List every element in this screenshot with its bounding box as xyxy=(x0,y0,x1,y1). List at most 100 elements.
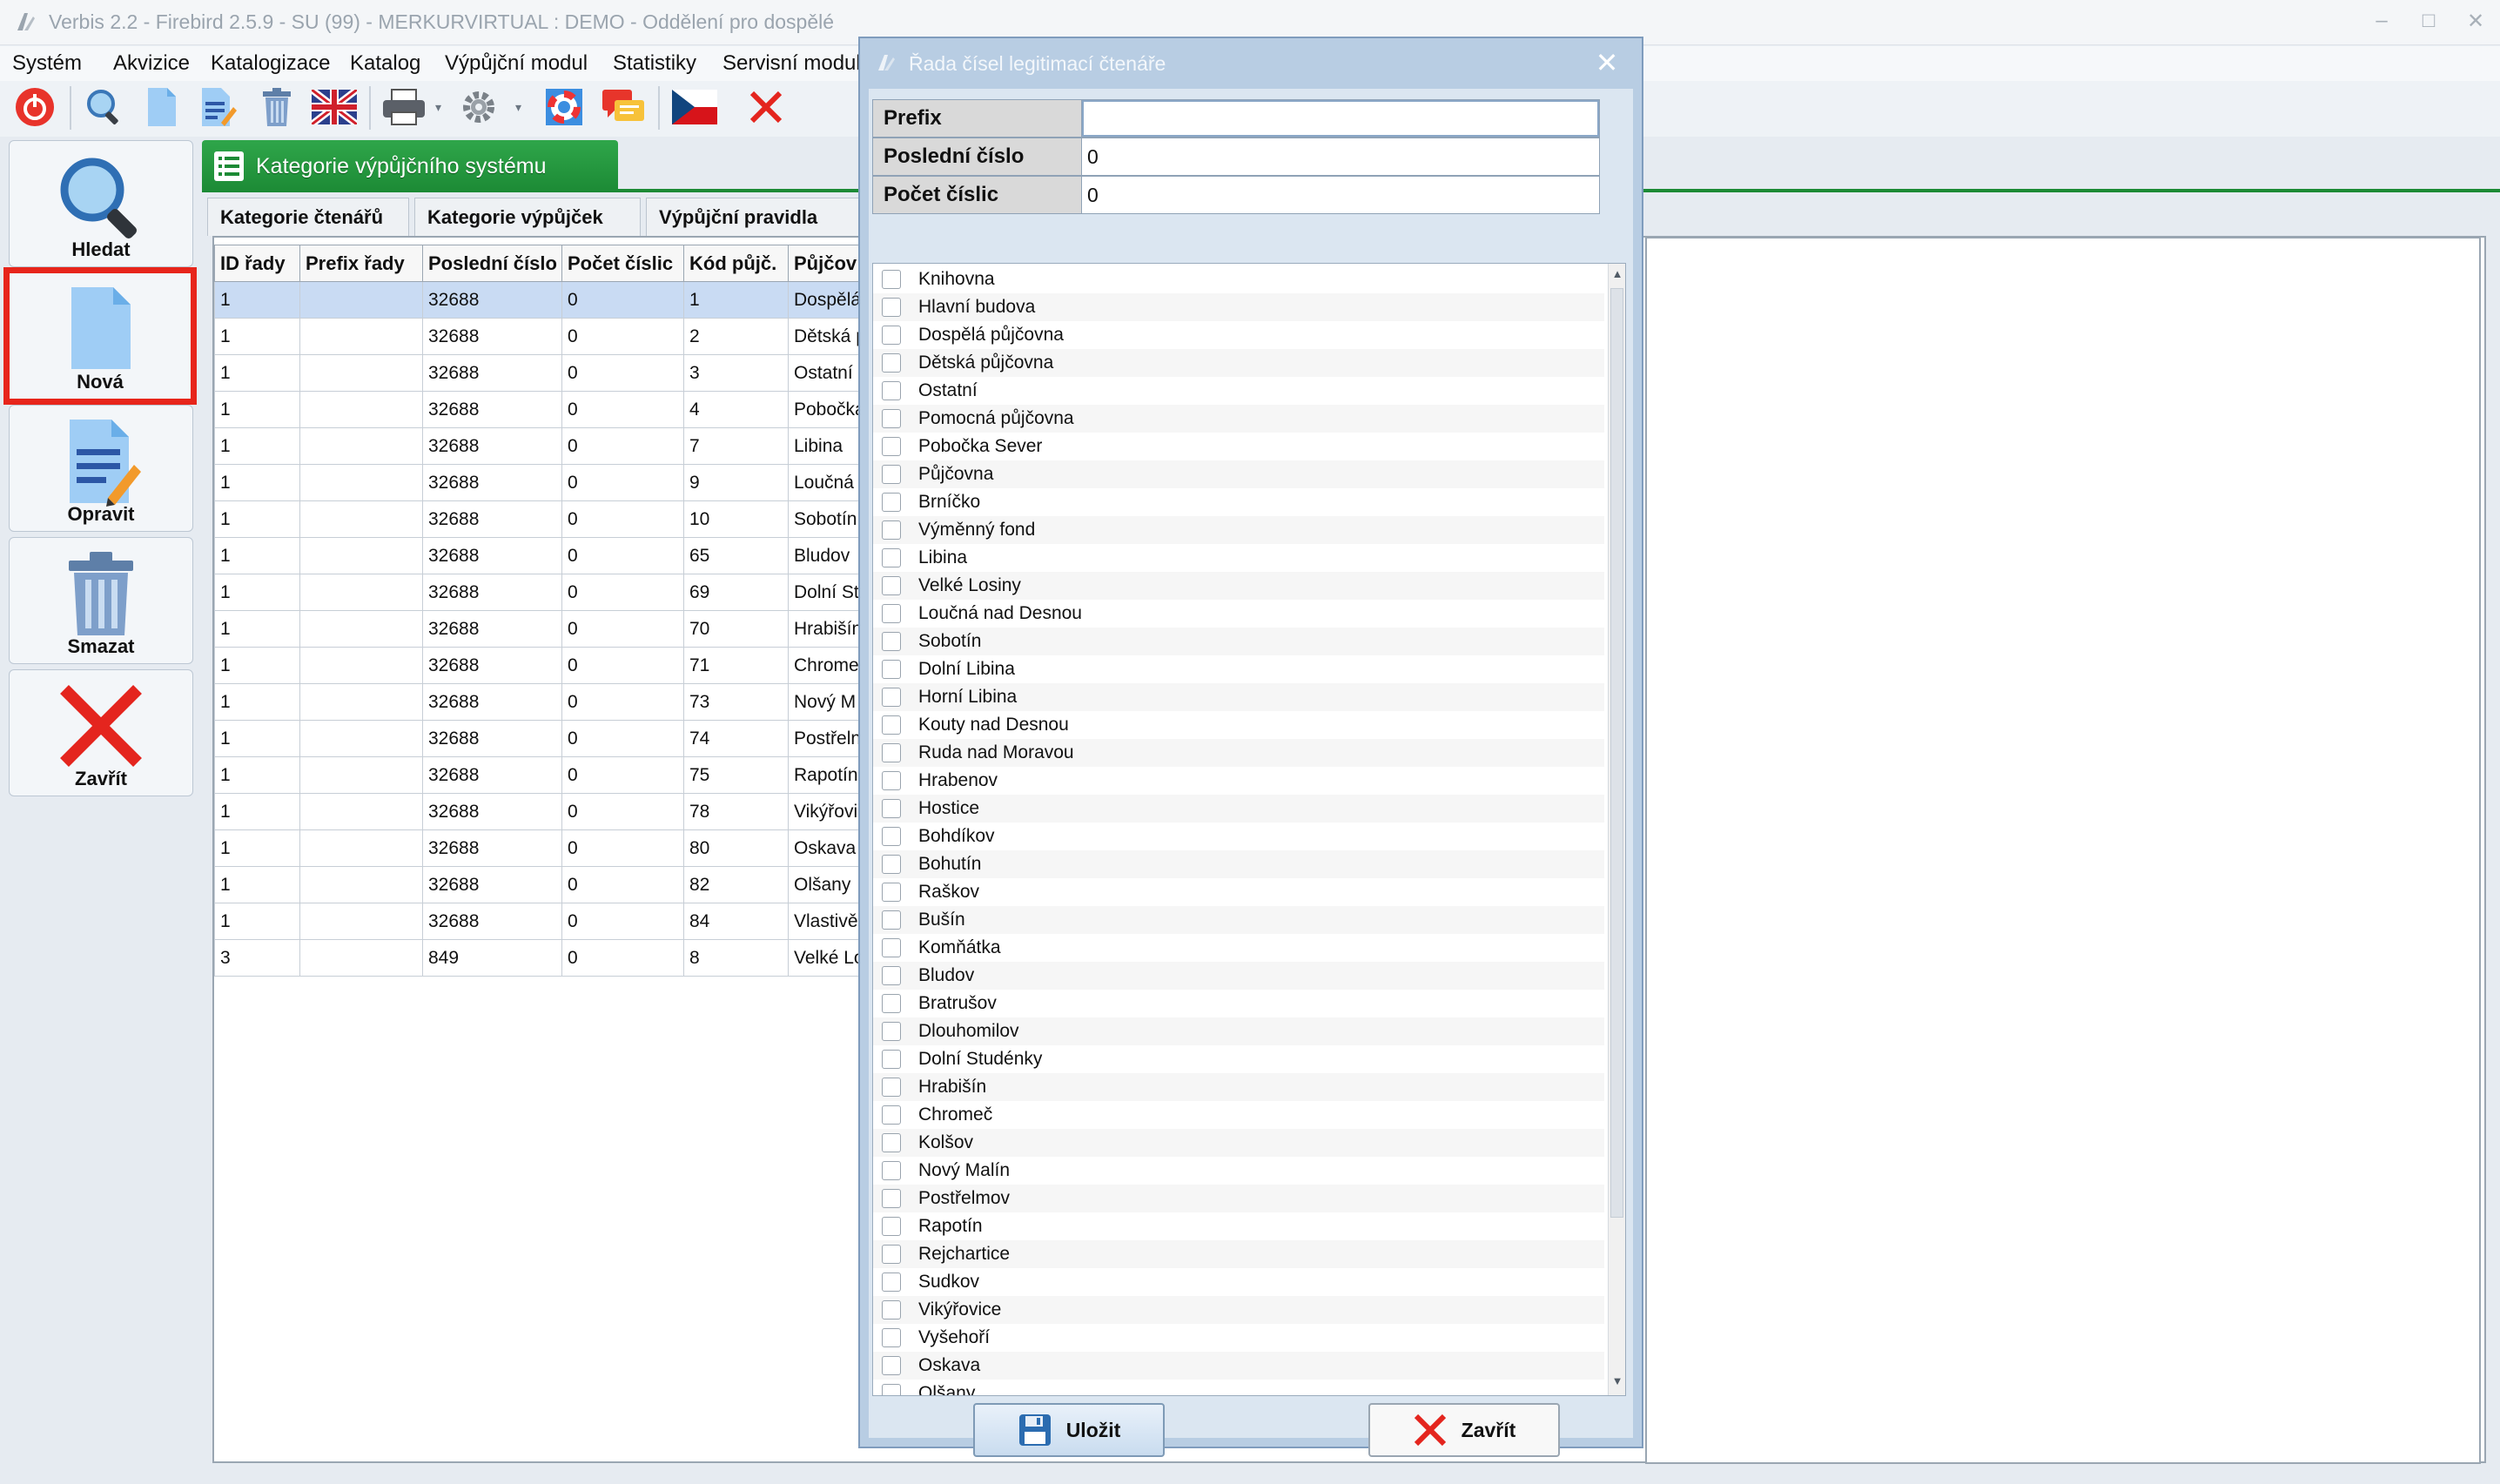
table-row[interactable]: 1 32688 0 78 Vikýřovi xyxy=(214,793,876,830)
dialog-close-button[interactable]: Zavřít xyxy=(1368,1403,1560,1457)
branch-item[interactable]: Chromeč xyxy=(873,1101,1604,1129)
trash-icon[interactable] xyxy=(252,83,301,131)
branch-item[interactable]: Komňátka xyxy=(873,934,1604,962)
prefix-input[interactable] xyxy=(1082,100,1599,137)
branch-checkbox[interactable] xyxy=(882,1300,901,1319)
branch-checkbox[interactable] xyxy=(882,799,901,818)
chat-icon[interactable] xyxy=(599,83,648,131)
branch-checkbox[interactable] xyxy=(882,632,901,651)
branch-item[interactable]: Dospělá půjčovna xyxy=(873,321,1604,349)
branch-item[interactable]: Horní Libina xyxy=(873,683,1604,711)
branch-item[interactable]: Bohdíkov xyxy=(873,823,1604,850)
branch-item[interactable]: Kolšov xyxy=(873,1129,1604,1157)
table-row[interactable]: 1 32688 0 74 Postřeln xyxy=(214,720,876,757)
maximize-button[interactable]: □ xyxy=(2413,5,2444,37)
branch-item[interactable]: Půjčovna xyxy=(873,460,1604,488)
branch-item[interactable]: Pomocná půjčovna xyxy=(873,405,1604,433)
gear-icon[interactable] xyxy=(454,83,503,131)
branch-checkbox[interactable] xyxy=(882,715,901,735)
branch-checkbox[interactable] xyxy=(882,966,901,985)
edit-button[interactable]: Opravit xyxy=(9,405,193,532)
branch-item[interactable]: Kouty nad Desnou xyxy=(873,711,1604,739)
branch-item[interactable]: Dolní Studénky xyxy=(873,1045,1604,1073)
digit-count-input[interactable]: 0 xyxy=(1082,177,1599,213)
branch-checkbox[interactable] xyxy=(882,938,901,957)
branch-checkbox[interactable] xyxy=(882,910,901,930)
tab-vypujcni-pravidla[interactable]: Výpůjční pravidla xyxy=(646,198,865,236)
column-header[interactable]: Prefix řady xyxy=(299,245,423,282)
branch-item[interactable]: Velké Losiny xyxy=(873,572,1604,600)
branch-checkbox[interactable] xyxy=(882,1189,901,1208)
branch-checkbox[interactable] xyxy=(882,548,901,567)
table-row[interactable]: 1 32688 0 75 Rapotín xyxy=(214,756,876,794)
cz-flag-icon[interactable] xyxy=(670,83,719,131)
branch-item[interactable]: Bušín xyxy=(873,906,1604,934)
branch-item[interactable]: Bludov xyxy=(873,962,1604,990)
branch-item[interactable]: Dlouhomilov xyxy=(873,1017,1604,1045)
branch-checkbox[interactable] xyxy=(882,493,901,512)
lifebuoy-icon[interactable] xyxy=(540,83,588,131)
menu-system[interactable]: Systém xyxy=(12,51,82,76)
branch-item[interactable]: Olšany xyxy=(873,1380,1604,1395)
branch-item[interactable]: Raškov xyxy=(873,878,1604,906)
branch-checkbox[interactable] xyxy=(882,1217,901,1236)
branch-checkbox[interactable] xyxy=(882,409,901,428)
table-row[interactable]: 1 32688 0 82 Olšany xyxy=(214,866,876,903)
minimize-button[interactable]: ‒ xyxy=(2366,5,2397,37)
branch-item[interactable]: Bohutín xyxy=(873,850,1604,878)
branch-item[interactable]: Hrabenov xyxy=(873,767,1604,795)
branch-checkbox[interactable] xyxy=(882,298,901,317)
branch-checkbox[interactable] xyxy=(882,353,901,373)
column-header[interactable]: Kód půjč. xyxy=(683,245,789,282)
branch-checkbox[interactable] xyxy=(882,437,901,456)
window-close-button[interactable]: ✕ xyxy=(2460,5,2491,37)
printer-icon[interactable] xyxy=(380,83,428,131)
dialog-close-icon[interactable]: ✕ xyxy=(1588,44,1626,82)
branch-checkbox[interactable] xyxy=(882,520,901,540)
menu-katalogizace[interactable]: Katalogizace xyxy=(211,51,330,76)
branch-item[interactable]: Rejchartice xyxy=(873,1240,1604,1268)
save-button[interactable]: Uložit xyxy=(973,1403,1165,1457)
branch-item[interactable]: Oskava xyxy=(873,1352,1604,1380)
branch-checkbox[interactable] xyxy=(882,660,901,679)
branch-item[interactable]: Nový Malín xyxy=(873,1157,1604,1185)
edit-document-icon[interactable] xyxy=(193,83,242,131)
branch-item[interactable]: Rapotín xyxy=(873,1212,1604,1240)
branch-item[interactable]: Dolní Libina xyxy=(873,655,1604,683)
branch-checkbox[interactable] xyxy=(882,576,901,595)
scroll-up-icon[interactable]: ▲ xyxy=(1609,267,1625,285)
tab-kategorie-ctenaru[interactable]: Kategorie čtenářů xyxy=(207,198,409,236)
branch-item[interactable]: Vikýřovice xyxy=(873,1296,1604,1324)
last-number-input[interactable]: 0 xyxy=(1082,138,1599,175)
branch-item[interactable]: Vyšehoří xyxy=(873,1324,1604,1352)
branch-item[interactable]: Bratrušov xyxy=(873,990,1604,1017)
column-header[interactable]: ID řady xyxy=(214,245,300,282)
branch-item[interactable]: Hostice xyxy=(873,795,1604,823)
menu-statistiky[interactable]: Statistiky xyxy=(613,51,696,76)
tab-kategorie-vypujcek[interactable]: Kategorie výpůjček xyxy=(414,198,641,236)
branch-item[interactable]: Brníčko xyxy=(873,488,1604,516)
branch-checkbox[interactable] xyxy=(882,1245,901,1264)
branch-item[interactable]: Dětská půjčovna xyxy=(873,349,1604,377)
branch-checkbox[interactable] xyxy=(882,1384,901,1395)
branch-checkbox[interactable] xyxy=(882,381,901,400)
close-button[interactable]: Zavřít xyxy=(9,669,193,796)
menu-vypujcni-modul[interactable]: Výpůjční modul xyxy=(445,51,588,76)
checklist-scrollbar[interactable]: ▲ ▼ xyxy=(1608,264,1625,1395)
branch-checkbox[interactable] xyxy=(882,270,901,289)
branch-checkbox[interactable] xyxy=(882,1022,901,1041)
branch-checkbox[interactable] xyxy=(882,855,901,874)
branch-item[interactable]: Sudkov xyxy=(873,1268,1604,1296)
branch-checkbox[interactable] xyxy=(882,1272,901,1292)
branch-item[interactable]: Sobotín xyxy=(873,628,1604,655)
table-row[interactable]: 1 32688 0 10 Sobotín xyxy=(214,500,876,538)
column-header[interactable]: Počet číslic xyxy=(561,245,684,282)
branch-checkbox[interactable] xyxy=(882,883,901,902)
branch-checkbox[interactable] xyxy=(882,326,901,345)
branch-item[interactable]: Postřelmov xyxy=(873,1185,1604,1212)
search-icon[interactable] xyxy=(80,83,129,131)
table-row[interactable]: 1 32688 0 73 Nový M xyxy=(214,683,876,721)
new-button[interactable]: Nová xyxy=(3,267,197,405)
menu-servisni-modul[interactable]: Servisní modul xyxy=(722,51,861,76)
branch-item[interactable]: Pobočka Sever xyxy=(873,433,1604,460)
